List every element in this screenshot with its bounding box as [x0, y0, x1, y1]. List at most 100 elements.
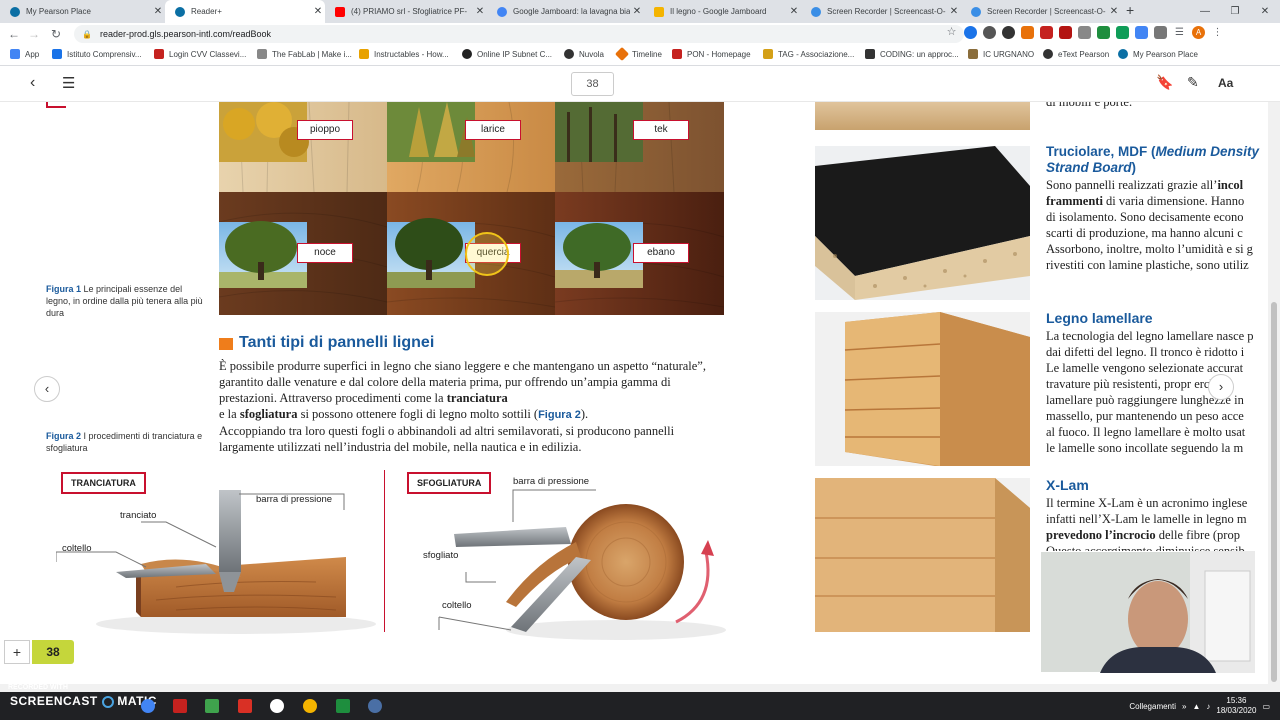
figura2-caption: Figura 2 I procedimenti di tranciatura e…	[46, 430, 206, 454]
close-icon[interactable]: ✕	[947, 6, 961, 17]
bookmark-icon	[1043, 49, 1053, 59]
bookmark-item[interactable]: Timeline	[614, 46, 662, 62]
minimize-button[interactable]: —	[1190, 0, 1220, 23]
extension-icon[interactable]	[1135, 26, 1148, 39]
bookmark-item[interactable]: Login CVV Classevi...	[154, 49, 246, 59]
bookmark-icon	[763, 49, 773, 59]
close-icon[interactable]: ✕	[473, 6, 487, 17]
tab-screencast-1[interactable]: Screen Recorder | Screencast-O- ✕	[801, 0, 961, 23]
acrobat-icon[interactable]	[238, 699, 252, 713]
reader-toolbar: ‹ ☰ 38 🔖 ✎ Aa	[0, 66, 1280, 102]
extension-icon[interactable]	[1154, 26, 1167, 39]
extension-icon[interactable]	[1040, 26, 1053, 39]
text-size-icon[interactable]: Aa	[1218, 76, 1233, 90]
store-icon[interactable]	[205, 699, 219, 713]
close-icon[interactable]: ✕	[1107, 6, 1121, 17]
tab-screencast-2[interactable]: Screen Recorder | Screencast-O- ✕	[961, 0, 1121, 23]
window-controls: — ❐ ✕	[1190, 0, 1280, 23]
notification-icon[interactable]: ▭	[1262, 702, 1270, 711]
network-icon[interactable]: ▲	[1192, 702, 1200, 711]
close-icon[interactable]: ✕	[151, 6, 165, 17]
prev-page-icon[interactable]: ‹	[34, 376, 60, 402]
close-icon[interactable]: ✕	[787, 6, 801, 17]
bookmark-label: TAG - Associazione...	[778, 49, 855, 59]
close-icon[interactable]: ✕	[311, 6, 325, 17]
scrollbar-thumb[interactable]	[1271, 302, 1277, 682]
bookmark-item[interactable]: CODING: un approc...	[865, 49, 959, 59]
bookmark-icon[interactable]: 🔖	[1156, 74, 1173, 91]
bookmark-item[interactable]: Nuvola	[564, 49, 604, 59]
clock[interactable]: 15:36 18/03/2020	[1216, 696, 1256, 716]
kebab-menu-icon[interactable]: ⋮	[1211, 26, 1224, 39]
text-line: La tecnologia del legno lamellare nasce …	[1046, 329, 1254, 343]
bookmark-item[interactable]: My Pearson Place	[1118, 49, 1198, 59]
truciolare-text: Sono pannelli realizzati grazie all’inco…	[1046, 177, 1268, 273]
reading-list-icon[interactable]: ☰	[1173, 26, 1186, 39]
bookmark-label: My Pearson Place	[1133, 49, 1198, 59]
tab-label: My Pearson Place	[26, 7, 91, 16]
avatar[interactable]: A	[1192, 26, 1205, 39]
back-icon[interactable]: ‹	[30, 74, 35, 92]
bookmark-item[interactable]: IC URGNANO	[968, 49, 1034, 59]
extension-icon[interactable]	[1078, 26, 1091, 39]
extension-icon[interactable]	[1097, 26, 1110, 39]
bookmark-item[interactable]: PON - Homepage	[672, 49, 751, 59]
forward-icon[interactable]: →	[24, 27, 44, 41]
bookmarks-bar: App Istituto Comprensiv... Login CVV Cla…	[0, 45, 1280, 66]
extension-icon[interactable]	[1059, 26, 1072, 39]
close-window-button[interactable]: ✕	[1250, 0, 1280, 23]
arrow-fragment	[46, 102, 66, 108]
drive-icon[interactable]	[1116, 26, 1129, 39]
bookmark-item[interactable]: Online IP Subnet C...	[462, 49, 552, 59]
extension-icon[interactable]	[1021, 26, 1034, 39]
coltello-label-1: coltello	[62, 543, 92, 554]
page-scrollbar[interactable]	[1268, 102, 1280, 684]
bookmark-icon	[462, 49, 472, 59]
chrome-icon[interactable]	[303, 699, 317, 713]
url-input[interactable]: 🔒 reader-prod.gls.pearson-intl.com/readB…	[74, 25, 964, 43]
tray-links[interactable]: Collegamenti	[1129, 702, 1176, 711]
star-icon[interactable]: ☆	[945, 26, 958, 39]
tab-reader[interactable]: Reader+ ✕	[165, 0, 325, 23]
truciolare-image	[815, 146, 1030, 300]
jamboard-icon	[654, 6, 664, 17]
bookmark-item[interactable]: eText Pearson	[1043, 49, 1109, 59]
figura1-caption: Figura 1 Le principali essenze del legno…	[46, 283, 206, 319]
tab-jamboard[interactable]: Google Jamboard: la lavagna bia ✕	[487, 0, 644, 23]
bookmark-item[interactable]: Istituto Comprensiv...	[52, 49, 142, 59]
horizontal-scrollbar[interactable]	[0, 684, 1280, 692]
tab-my-pearson-place[interactable]: My Pearson Place ✕	[0, 0, 165, 23]
page-number-input[interactable]: 38	[571, 72, 614, 96]
highlight-icon[interactable]: ✎	[1187, 74, 1199, 91]
tab-label: Reader+	[191, 7, 222, 16]
tab-jamboard-legno[interactable]: Il legno - Google Jamboard ✕	[644, 0, 801, 23]
maximize-button[interactable]: ❐	[1220, 0, 1250, 23]
bookmark-item[interactable]: The FabLab | Make i...	[257, 49, 352, 59]
close-icon[interactable]: ✕	[630, 6, 644, 17]
menu-icon[interactable]: ☰	[62, 74, 75, 92]
new-tab-button[interactable]: +	[1126, 2, 1134, 18]
next-page-icon[interactable]: ›	[1208, 374, 1234, 400]
bookmark-item[interactable]: TAG - Associazione...	[763, 49, 854, 59]
record-icon[interactable]	[270, 699, 284, 713]
figura1-number: Figura 1	[46, 284, 82, 294]
screencast-icon[interactable]	[368, 699, 382, 713]
right-top-fragment: di mobili e porte.	[1046, 102, 1133, 109]
clock-time: 15:36	[1226, 696, 1247, 705]
figure-link[interactable]: Figura 2	[538, 409, 581, 421]
chrome-icon[interactable]	[141, 699, 155, 713]
extension-icon[interactable]	[1002, 26, 1015, 39]
app-icon[interactable]	[336, 699, 350, 713]
bookmark-item[interactable]: Instructables - How...	[359, 49, 449, 59]
back-icon[interactable]: ←	[4, 27, 24, 41]
extension-icon[interactable]	[983, 26, 996, 39]
tab-youtube[interactable]: (4) PRIAMO srl - Sfogliatrice PF- ✕	[325, 0, 487, 23]
barra-pressione-label-1: barra di pressione	[256, 494, 333, 505]
app-icon[interactable]	[173, 699, 187, 713]
extension-icon[interactable]	[964, 26, 977, 39]
reload-icon[interactable]: ↻	[46, 27, 66, 41]
tray-chevron-icon[interactable]: »	[1182, 702, 1186, 711]
add-icon[interactable]: +	[4, 640, 30, 664]
volume-icon[interactable]: ♪	[1206, 702, 1210, 711]
bookmark-item[interactable]: App	[10, 49, 39, 59]
